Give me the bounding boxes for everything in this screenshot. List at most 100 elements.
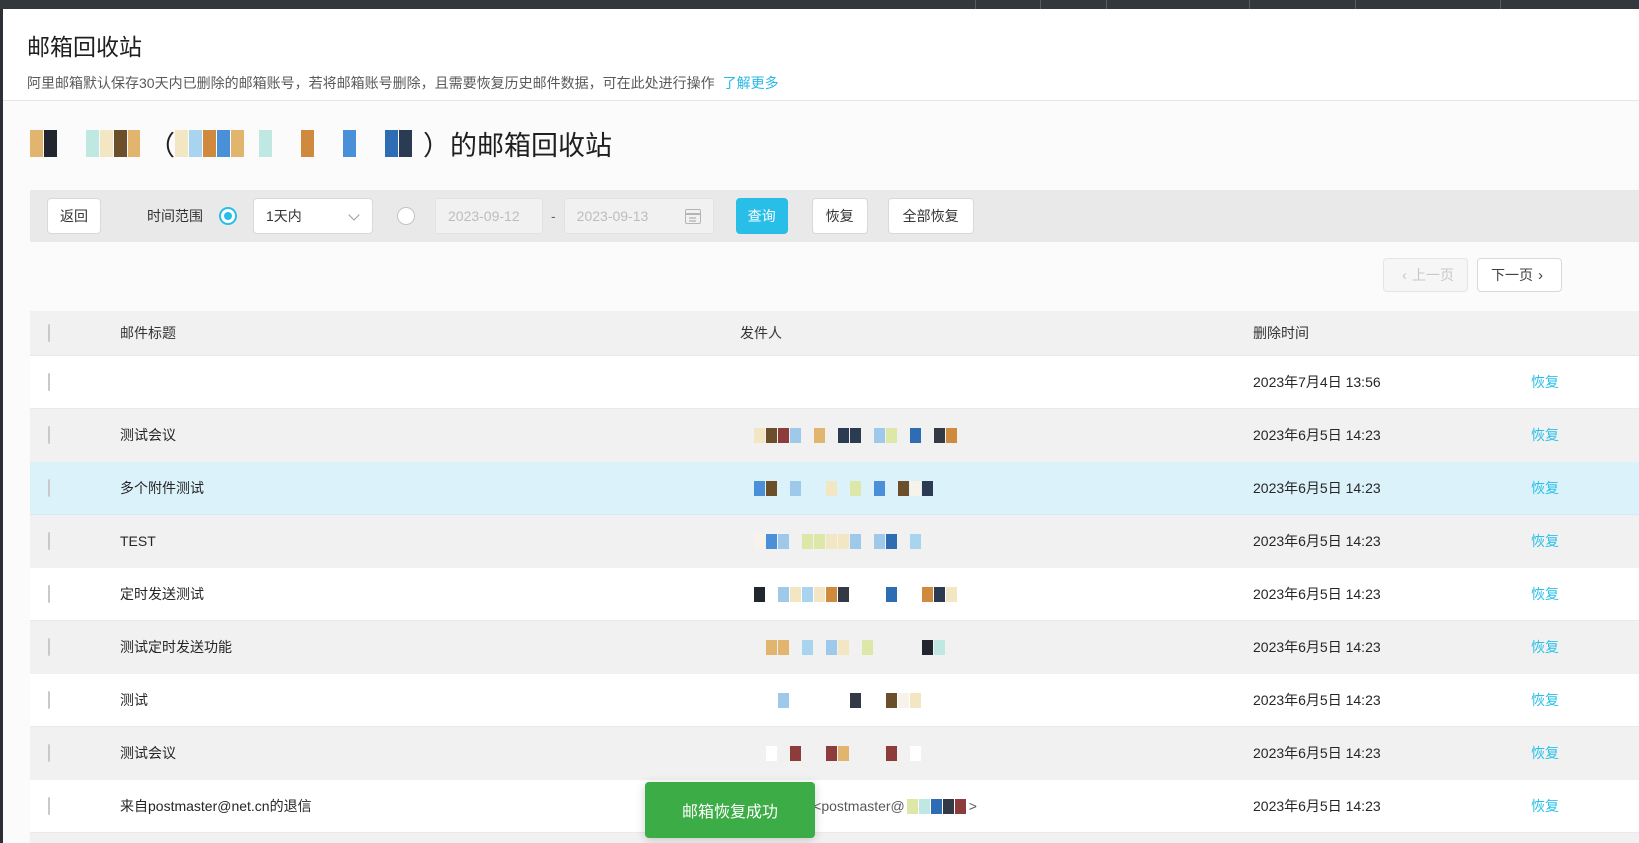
recycle-station-owner-title: （ ） 的邮箱回收站 bbox=[30, 120, 612, 166]
open-paren: （ bbox=[148, 124, 175, 163]
row-checkbox[interactable] bbox=[48, 426, 50, 444]
calendar-icon[interactable] bbox=[685, 209, 701, 224]
page-title: 邮箱回收站 bbox=[27, 28, 142, 62]
row-checkbox[interactable] bbox=[48, 638, 50, 656]
mail-title-cell: 测试会议 bbox=[120, 425, 740, 445]
row-checkbox-cell bbox=[30, 427, 120, 443]
redacted-account-email bbox=[175, 126, 423, 160]
prev-page-label: 上一页 bbox=[1412, 265, 1454, 285]
back-button[interactable]: 返回 bbox=[47, 198, 101, 234]
mail-title-cell: 定时发送测试 bbox=[120, 584, 740, 604]
section-title-suffix: 的邮箱回收站 bbox=[450, 124, 612, 163]
deleted-mail-table: 邮件标题 发件人 删除时间 2023年7月4日 13:56 恢复 测试会议 20… bbox=[30, 311, 1639, 843]
mail-title-cell: TEST bbox=[120, 533, 740, 549]
table-body: 2023年7月4日 13:56 恢复 测试会议 2023年6月5日 14:23 … bbox=[30, 356, 1639, 833]
time-range-select[interactable]: 1天内 bbox=[253, 198, 373, 234]
table-row: TEST 2023年6月5日 14:23 恢复 bbox=[30, 515, 1639, 568]
page-subtitle: 阿里邮箱默认保存30天内已删除的邮箱账号，若将邮箱账号删除，且需要恢复历史邮件数… bbox=[27, 73, 779, 93]
redacted-sender bbox=[754, 534, 946, 549]
mail-title-cell: 测试会议 bbox=[120, 743, 740, 763]
deleted-time-cell: 2023年6月5日 14:23 bbox=[1253, 584, 1531, 604]
action-cell: 恢复 bbox=[1531, 743, 1639, 763]
page-header: 邮箱回收站 阿里邮箱默认保存30天内已删除的邮箱账号，若将邮箱账号删除，且需要恢… bbox=[0, 9, 1639, 101]
preset-range-radio[interactable] bbox=[219, 207, 237, 225]
end-date-field bbox=[564, 198, 714, 234]
custom-range-radio[interactable] bbox=[397, 207, 415, 225]
restore-link[interactable]: 恢复 bbox=[1531, 745, 1559, 761]
row-checkbox-cell bbox=[30, 639, 120, 655]
restore-link[interactable]: 恢复 bbox=[1531, 586, 1559, 602]
sender-cell bbox=[740, 693, 1253, 708]
redacted-sender bbox=[754, 640, 946, 655]
row-checkbox-cell bbox=[30, 374, 120, 390]
sender-cell bbox=[740, 746, 1253, 761]
learn-more-link[interactable]: 了解更多 bbox=[723, 75, 779, 91]
column-header-mail-title: 邮件标题 bbox=[120, 323, 740, 343]
restore-button[interactable]: 恢复 bbox=[812, 198, 868, 234]
sender-cell bbox=[740, 640, 1253, 655]
table-row: 多个附件测试 2023年6月5日 14:23 恢复 bbox=[30, 462, 1639, 515]
select-all-checkbox[interactable] bbox=[48, 324, 50, 342]
redacted-sender bbox=[754, 693, 934, 708]
restore-link[interactable]: 恢复 bbox=[1531, 533, 1559, 549]
table-header-row: 邮件标题 发件人 删除时间 bbox=[30, 311, 1639, 356]
row-checkbox[interactable] bbox=[48, 744, 50, 762]
sender-cell bbox=[740, 428, 1253, 443]
sender-cell: postmaster <postmaster@> bbox=[740, 798, 1253, 814]
sender-cell bbox=[740, 587, 1253, 602]
chevron-down-icon bbox=[348, 209, 359, 220]
close-paren: ） bbox=[423, 124, 450, 163]
table-row: 定时发送测试 2023年6月5日 14:23 恢复 bbox=[30, 568, 1639, 621]
end-date-input[interactable] bbox=[577, 199, 701, 233]
restore-link[interactable]: 恢复 bbox=[1531, 427, 1559, 443]
row-checkbox-cell bbox=[30, 798, 120, 814]
row-checkbox[interactable] bbox=[48, 532, 50, 550]
restore-link[interactable]: 恢复 bbox=[1531, 374, 1559, 390]
redacted-sender bbox=[754, 481, 946, 496]
action-cell: 恢复 bbox=[1531, 637, 1639, 657]
action-cell: 恢复 bbox=[1531, 584, 1639, 604]
restore-all-button[interactable]: 全部恢复 bbox=[888, 198, 974, 234]
redacted-sender bbox=[754, 587, 958, 602]
sender-cell bbox=[740, 534, 1253, 549]
topbar-divider bbox=[1249, 0, 1250, 9]
restore-link[interactable]: 恢复 bbox=[1531, 692, 1559, 708]
table-row: 测试会议 2023年6月5日 14:23 恢复 bbox=[30, 727, 1639, 780]
restore-link[interactable]: 恢复 bbox=[1531, 639, 1559, 655]
prev-page-button[interactable]: ‹ 上一页 bbox=[1383, 258, 1468, 292]
pagination: ‹ 上一页 下一页 › bbox=[1383, 258, 1562, 292]
start-date-input[interactable] bbox=[435, 198, 543, 234]
row-checkbox-cell bbox=[30, 586, 120, 602]
action-cell: 恢复 bbox=[1531, 796, 1639, 816]
time-range-selected-value: 1天内 bbox=[266, 206, 302, 226]
window-left-edge bbox=[0, 9, 3, 843]
row-checkbox[interactable] bbox=[48, 373, 50, 391]
table-row: 测试定时发送功能 2023年6月5日 14:23 恢复 bbox=[30, 621, 1639, 674]
redacted-sender-domain bbox=[907, 799, 967, 814]
row-checkbox[interactable] bbox=[48, 479, 50, 497]
row-checkbox-cell bbox=[30, 480, 120, 496]
redacted-account-name bbox=[30, 123, 140, 163]
restore-link[interactable]: 恢复 bbox=[1531, 480, 1559, 496]
row-checkbox-cell bbox=[30, 692, 120, 708]
query-button[interactable]: 查询 bbox=[736, 198, 788, 234]
toast-message: 邮箱恢复成功 bbox=[682, 798, 778, 822]
next-page-button[interactable]: 下一页 › bbox=[1477, 258, 1562, 292]
redacted-sender bbox=[754, 746, 922, 761]
mail-title-cell: 测试定时发送功能 bbox=[120, 637, 740, 657]
deleted-time-cell: 2023年6月5日 14:23 bbox=[1253, 743, 1531, 763]
column-header-deleted-time: 删除时间 bbox=[1253, 323, 1531, 343]
restore-link[interactable]: 恢复 bbox=[1531, 798, 1559, 814]
table-row: 来自postmaster@net.cn的退信 postmaster <postm… bbox=[30, 780, 1639, 833]
mail-title-cell: 多个附件测试 bbox=[120, 478, 740, 498]
action-cell: 恢复 bbox=[1531, 690, 1639, 710]
row-checkbox[interactable] bbox=[48, 585, 50, 603]
table-row: 2023年7月4日 13:56 恢复 bbox=[30, 356, 1639, 409]
table-row: 测试 2023年6月5日 14:23 恢复 bbox=[30, 674, 1639, 727]
row-checkbox[interactable] bbox=[48, 691, 50, 709]
redacted-sender bbox=[754, 428, 958, 443]
deleted-time-cell: 2023年6月5日 14:23 bbox=[1253, 478, 1531, 498]
topbar-divider bbox=[1040, 0, 1041, 9]
deleted-time-cell: 2023年6月5日 14:23 bbox=[1253, 796, 1531, 816]
row-checkbox[interactable] bbox=[48, 797, 50, 815]
